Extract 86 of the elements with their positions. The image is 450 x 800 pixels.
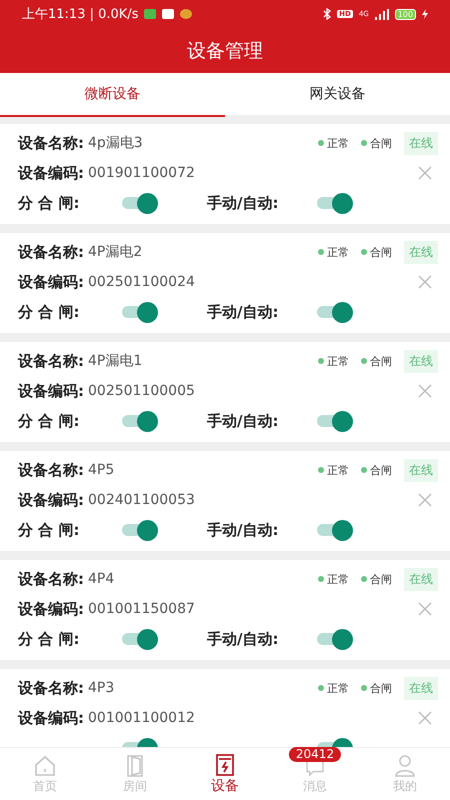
field-label: 设备编码: [18,272,84,292]
online-tag: 在线 [404,568,438,590]
device-code: 002501100024 [88,274,196,290]
switch-state-label: 合闸 [370,244,392,260]
status-dot [361,249,367,255]
device-name: 4P3 [88,680,116,696]
app-icon [180,9,192,19]
online-tag: 在线 [404,240,438,264]
status-dot [361,140,367,146]
field-label: 手动/自动: [207,520,280,540]
mode-toggle[interactable] [317,411,354,431]
breaker-toggle[interactable] [122,411,159,431]
person-icon [393,754,417,778]
breaker-toggle[interactable] [122,193,159,213]
device-name: 4P漏电2 [88,243,144,261]
breaker-icon [213,753,237,777]
field-label: 设备编码: [18,490,84,510]
online-tag: 在线 [404,458,438,482]
status-dot [318,576,324,582]
online-tag: 在线 [404,132,438,154]
field-label: 手动/自动: [207,412,280,430]
bluetooth-icon [323,8,332,20]
field-label: 设备编码: [18,164,84,182]
online-tag: 在线 [404,350,438,372]
device-code: 001001100012 [88,710,196,726]
field-label: 设备名称: [18,460,84,480]
field-label: 设备名称: [18,570,84,588]
field-label: 手动/自动: [207,194,280,212]
field-label: 设备编码: [18,708,84,728]
status-time: 上午11:13 | 0.0K/s [22,6,138,23]
status-dot [361,467,367,473]
device-name: 4p漏电3 [88,134,144,152]
field-label: 分 合 闸: [18,520,80,540]
field-label: 设备名称: [18,352,84,370]
status-dot [361,576,367,582]
field-label: 分 合 闸: [18,194,80,212]
status-label: 正常 [327,462,349,478]
field-label: 手动/自动: [207,302,280,322]
charging-icon [422,9,428,19]
switch-state-label: 合闸 [370,136,392,150]
status-dot [361,358,367,364]
status-label: 正常 [327,572,349,586]
status-label: 正常 [327,680,349,696]
status-dot [361,685,367,691]
field-label: 分 合 闸: [18,412,80,430]
field-label: 手动/自动: [207,630,280,648]
switch-state-label: 合闸 [370,354,392,368]
status-label: 正常 [327,136,349,150]
breaker-toggle[interactable] [122,629,159,649]
online-tag: 在线 [404,676,438,700]
switch-state-label: 合闸 [370,680,392,696]
device-code: 002501100005 [88,383,196,399]
battery-level: 100 [394,8,416,20]
status-label: 正常 [327,354,349,368]
device-name: 4P5 [88,462,116,478]
field-label: 设备编码: [18,382,84,400]
app-icon [162,9,174,19]
mode-toggle[interactable] [317,302,354,322]
signal-icon [374,8,389,20]
device-code: 001901100072 [88,165,196,181]
switch-state-label: 合闸 [370,462,392,478]
field-label: 设备名称: [18,678,84,698]
mode-toggle[interactable] [317,520,354,540]
device-name: 4P漏电1 [88,352,144,370]
status-dot [318,685,324,691]
switch-state-label: 合闸 [370,572,392,586]
unread-badge: 20412 [288,747,342,762]
home-icon [33,754,57,778]
field-label: 分 合 闸: [18,302,80,322]
breaker-toggle[interactable] [122,520,159,540]
status-dot [318,467,324,473]
field-label: 分 合 闸: [18,630,80,648]
field-label: 设备名称: [18,134,84,152]
device-name: 4P4 [88,571,116,587]
breaker-toggle[interactable] [122,302,159,322]
page-title: 设备管理 [186,38,264,64]
field-label: 设备编码: [18,600,84,618]
status-dot [318,249,324,255]
mode-toggle[interactable] [317,193,354,213]
status-dot [318,358,324,364]
device-code: 002401100053 [88,492,196,508]
status-label: 正常 [327,244,349,260]
mode-toggle[interactable] [317,629,354,649]
field-label: 设备名称: [18,242,84,262]
status-dot [318,140,324,146]
device-code: 001001150087 [88,601,196,617]
